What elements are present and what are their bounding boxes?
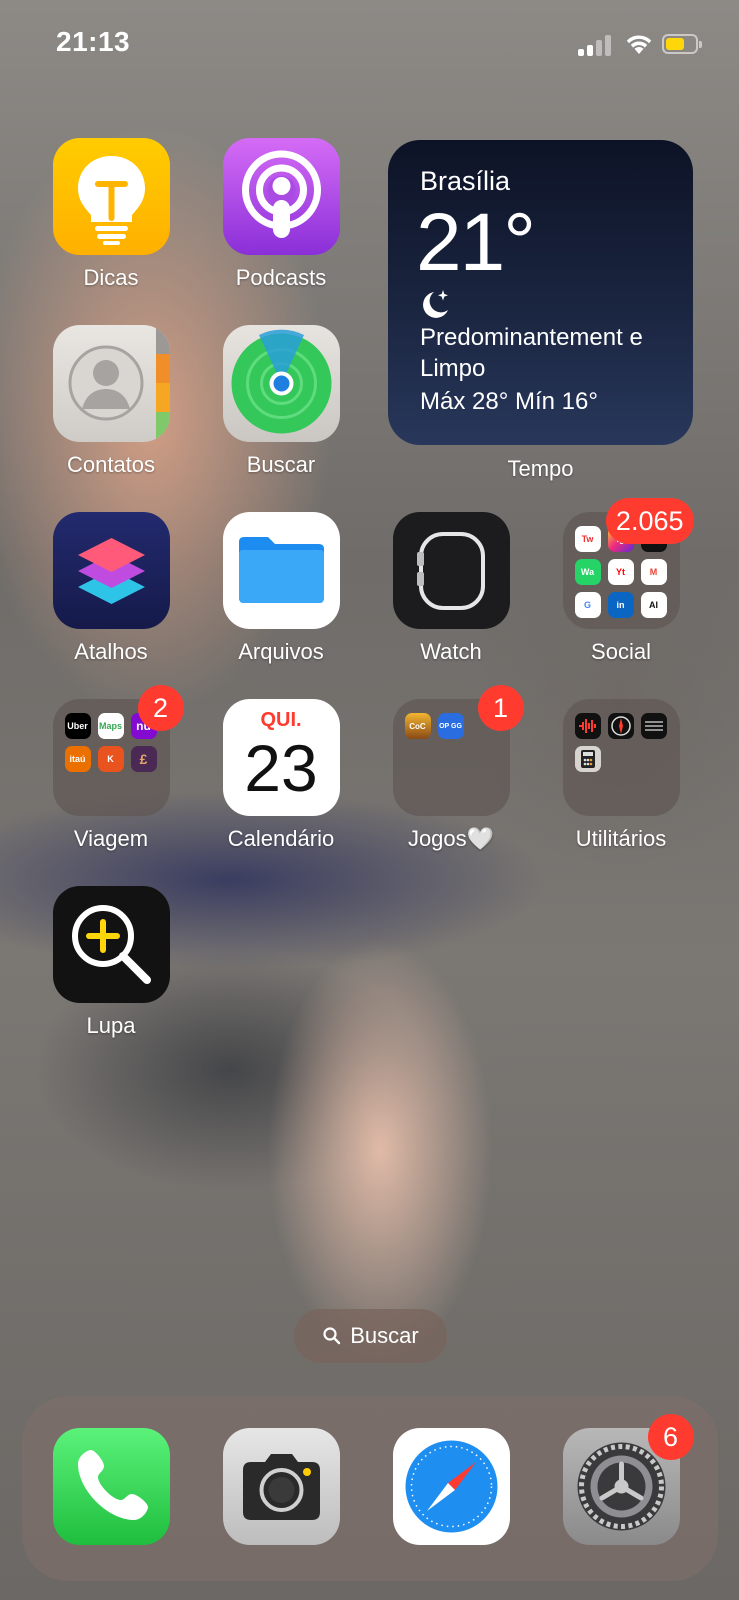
weather-range: Máx 28° Mín 16° — [420, 388, 598, 415]
app-dicas[interactable]: Dicas — [26, 138, 196, 291]
app-lupa[interactable]: Lupa — [26, 886, 196, 1039]
lightbulb-icon — [77, 156, 145, 245]
search-label: Buscar — [350, 1323, 419, 1348]
voice-memos-icon — [574, 713, 601, 739]
contacts-icon — [68, 345, 143, 421]
app-label: Lupa — [86, 1013, 136, 1038]
app-atalhos[interactable]: Atalhos — [26, 512, 196, 665]
folder-jogos[interactable]: 1 CoC OP GG Jogos🤍 — [366, 685, 536, 852]
status-time: 21:13 — [56, 26, 131, 57]
app-watch[interactable]: Watch — [366, 512, 536, 665]
dock-safari[interactable] — [366, 1428, 536, 1545]
find-my-icon — [231, 329, 331, 434]
dock: 6 — [22, 1396, 718, 1581]
app-label: Dicas — [83, 265, 139, 290]
app-label: Social — [591, 639, 651, 664]
podcasts-icon — [241, 150, 321, 238]
notification-badge: 1 — [477, 685, 524, 731]
app-label: Contatos — [66, 452, 156, 477]
weather-city: Brasília — [420, 166, 511, 196]
app-contatos[interactable]: Contatos — [26, 325, 196, 478]
notification-badge: 6 — [647, 1414, 694, 1460]
app-label: Viagem — [73, 826, 149, 851]
app-label: Buscar — [246, 452, 316, 477]
calendar-weekday: QUI. — [260, 709, 302, 731]
app-label: Calendário — [227, 826, 335, 851]
app-label: Watch — [420, 639, 482, 664]
camera-icon — [242, 1454, 320, 1520]
app-buscar[interactable]: Buscar — [196, 325, 366, 478]
compass-small-icon — [607, 713, 634, 739]
dock-camera[interactable] — [196, 1428, 366, 1545]
spotlight-search-button[interactable]: Buscar — [294, 1309, 447, 1363]
weather-widget[interactable]: Brasília 21° Predominantement e Limpo Má… — [388, 140, 693, 445]
app-label: Atalhos — [74, 639, 148, 664]
dock-phone[interactable] — [26, 1428, 196, 1545]
calendar-day: 23 — [244, 731, 318, 805]
folder-viagem[interactable]: 2 Uber Maps nu itaú K £ Viagem — [26, 685, 196, 852]
notification-badge: 2.065 — [605, 498, 694, 544]
notification-badge: 2 — [137, 685, 184, 731]
compass-icon — [405, 1440, 497, 1533]
battery-icon — [662, 34, 704, 56]
folder-utilitarios[interactable]: Utilitários — [536, 699, 706, 852]
home-screen: 21:13 Dicas Podcasts Brasília 21° Predom… — [0, 0, 739, 1600]
moon-stars-icon — [423, 290, 448, 318]
watch-icon — [416, 532, 485, 610]
folder-grid-icon — [574, 713, 671, 772]
measure-icon — [640, 713, 667, 739]
weather-condition: Predominantement e Limpo — [420, 324, 643, 382]
app-calendario[interactable]: QUI. 23 Calendário — [196, 699, 366, 852]
weather-widget-label: Tempo — [507, 456, 574, 481]
folder-social[interactable]: 2.065 Tw Ig Tk Wa Yt M G in AI Social — [536, 498, 706, 665]
app-arquivos[interactable]: Arquivos — [196, 512, 366, 665]
app-podcasts[interactable]: Podcasts — [196, 138, 366, 291]
cellular-signal-icon — [578, 34, 614, 56]
weather-temperature: 21° — [416, 197, 536, 288]
shortcuts-icon — [77, 538, 145, 604]
phone-icon — [77, 1450, 148, 1520]
wifi-icon — [626, 35, 652, 54]
magnifier-icon — [71, 905, 151, 984]
calculator-icon — [574, 746, 601, 772]
search-icon — [323, 1327, 341, 1345]
app-label: Podcasts — [235, 265, 327, 290]
dock-settings[interactable]: 6 — [536, 1414, 706, 1545]
app-label: Arquivos — [238, 639, 324, 664]
status-bar: 21:13 — [0, 0, 739, 90]
app-label: Utilitários — [575, 826, 667, 851]
folder-icon — [238, 537, 324, 603]
app-label: Jogos🤍 — [407, 826, 495, 851]
